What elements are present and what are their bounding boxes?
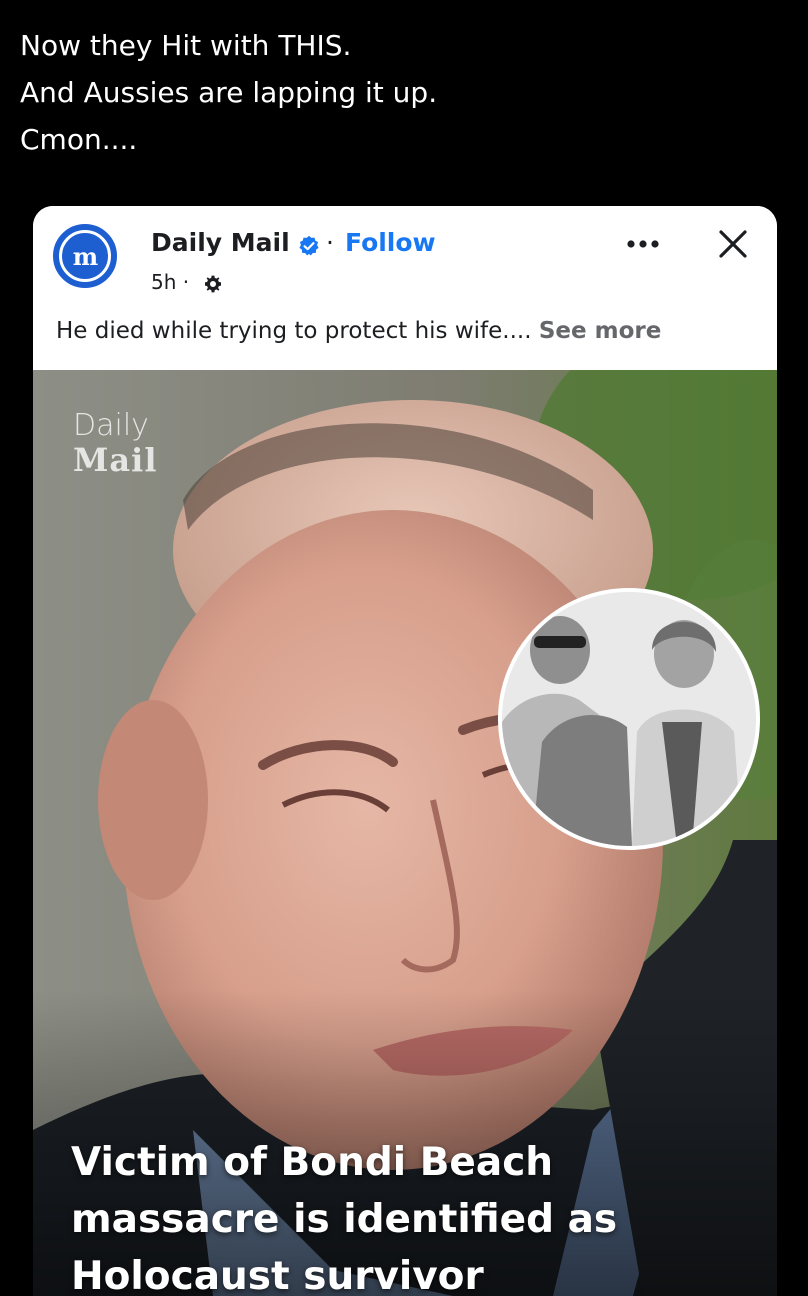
watermark-line1: Daily xyxy=(73,408,149,443)
headline-line: massacre is identified as xyxy=(71,1197,618,1242)
tweet-text: Now they Hit with THIS. And Aussies are … xyxy=(20,22,780,163)
facebook-post-card: m Daily Mail · Follow 5h · He died while… xyxy=(33,206,777,1296)
post-header: m Daily Mail · Follow 5h · He died while… xyxy=(33,206,777,370)
watermark-line2: Mail xyxy=(73,441,158,479)
avatar-letter: m xyxy=(72,241,98,271)
daily-mail-watermark: Daily Mail xyxy=(73,408,158,479)
couple-photo xyxy=(502,592,756,846)
post-image[interactable]: Daily Mail Victim of Bondi Beach massacr… xyxy=(33,370,777,1296)
couple-photo-inset xyxy=(498,588,760,850)
post-timestamp[interactable]: 5h · xyxy=(151,270,189,294)
gear-icon xyxy=(205,275,221,293)
headline-line: Victim of Bondi Beach xyxy=(71,1140,554,1185)
tweet-line: Now they Hit with THIS. xyxy=(20,29,352,62)
page-name-link[interactable]: Daily Mail xyxy=(151,228,290,257)
headline-line: Holocaust survivor xyxy=(71,1254,484,1296)
see-more-link[interactable]: See more xyxy=(539,318,661,344)
separator-dot: · xyxy=(326,228,334,257)
follow-button[interactable]: Follow xyxy=(345,228,436,257)
tweet-line: And Aussies are lapping it up. xyxy=(20,76,438,109)
more-options-button[interactable] xyxy=(623,226,663,262)
close-icon xyxy=(719,230,747,258)
post-caption: He died while trying to protect his wife… xyxy=(56,318,756,344)
more-horizontal-icon xyxy=(627,240,659,248)
daily-mail-logo-icon: m xyxy=(59,230,111,282)
verified-badge-icon xyxy=(299,235,319,256)
close-button[interactable] xyxy=(711,222,755,266)
page-avatar[interactable]: m xyxy=(53,224,117,288)
caption-text: He died while trying to protect his wife… xyxy=(56,318,532,344)
tweet-line: Cmon.... xyxy=(20,123,138,156)
image-headline: Victim of Bondi Beach massacre is identi… xyxy=(71,1134,711,1296)
